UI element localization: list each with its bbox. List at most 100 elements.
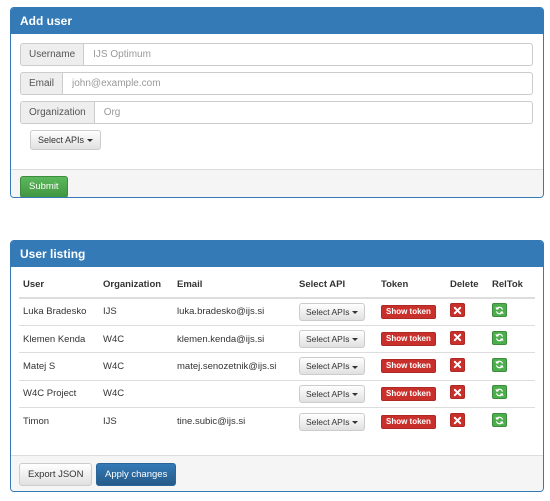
add-user-title: Add user (11, 8, 543, 34)
show-token-button[interactable]: Show token (381, 304, 436, 319)
delete-user-button[interactable] (450, 303, 465, 318)
select-apis-label: Select APIs (306, 388, 350, 399)
delete-cell (446, 352, 488, 381)
delete-user-button[interactable] (450, 385, 465, 400)
reload-token-button[interactable] (492, 385, 507, 400)
refresh-icon (495, 333, 504, 342)
organization-input[interactable] (94, 101, 533, 124)
username-label: Username (20, 43, 85, 66)
select-api-cell: Select APIs (295, 407, 377, 435)
reload-token-button[interactable] (492, 357, 507, 372)
column-header-select-api: Select API (295, 272, 377, 299)
delete-user-button[interactable] (450, 413, 465, 427)
select-apis-label: Select APIs (306, 361, 350, 372)
delete-cell (446, 407, 488, 435)
select-apis-button[interactable]: Select APIs (299, 330, 366, 349)
select-api-cell: Select APIs (295, 297, 377, 326)
caret-down-icon (352, 420, 359, 424)
organization-cell: W4C (99, 324, 173, 353)
select-apis-label: Select APIs (306, 306, 350, 317)
caret-down-icon (87, 139, 94, 143)
reload-token-button[interactable] (492, 330, 507, 345)
email-cell: klemen.kenda@ijs.si (173, 324, 295, 353)
reload-token-button[interactable] (492, 303, 507, 318)
email-input[interactable] (63, 72, 533, 95)
organization-cell: W4C (99, 352, 173, 381)
delete-user-button[interactable] (450, 330, 465, 345)
column-header-delete: Delete (446, 272, 488, 299)
caret-down-icon (352, 365, 359, 369)
select-apis-button[interactable]: Select APIs (299, 412, 366, 431)
reltok-cell (488, 324, 535, 353)
table-row: Timon IJS tine.subic@ijs.si Select APIs … (19, 407, 535, 435)
table-row: Luka Bradesko IJS luka.bradesko@ijs.si S… (19, 297, 535, 326)
users-table: User Organization Email Select API Token… (19, 272, 535, 435)
organization-cell: IJS (99, 297, 173, 326)
reltok-cell (488, 297, 535, 326)
reload-token-button[interactable] (492, 413, 507, 427)
refresh-icon (495, 306, 504, 315)
refresh-icon (495, 388, 504, 397)
user-listing-footer: Export JSON Apply changes (11, 455, 543, 491)
user-name-cell: Klemen Kenda (19, 324, 99, 353)
refresh-icon (495, 416, 504, 424)
user-listing-title: User listing (11, 241, 543, 267)
select-api-cell: Select APIs (295, 352, 377, 381)
token-cell: Show token (377, 379, 446, 408)
table-row: Klemen Kenda W4C klemen.kenda@ijs.si Sel… (19, 324, 535, 353)
delete-cell (446, 297, 488, 326)
reltok-cell (488, 379, 535, 408)
organization-group: Organization (20, 101, 533, 124)
select-apis-label: Select APIs (306, 416, 350, 427)
select-apis-button[interactable]: Select APIs (299, 357, 366, 376)
select-apis-label: Select APIs (38, 135, 85, 145)
apply-changes-button[interactable]: Apply changes (96, 463, 177, 486)
username-input[interactable] (84, 43, 533, 66)
column-header-token: Token (377, 272, 446, 299)
email-cell: tine.subic@ijs.si (173, 407, 295, 435)
email-label: Email (20, 72, 64, 95)
token-cell: Show token (377, 324, 446, 353)
show-token-button[interactable]: Show token (381, 386, 436, 401)
add-user-form: Username Email Organization Select APIs (11, 34, 543, 169)
delete-cell (446, 379, 488, 408)
submit-button[interactable]: Submit (20, 176, 68, 197)
close-icon (453, 361, 462, 369)
table-row: Matej S W4C matej.senozetnik@ijs.si Sele… (19, 352, 535, 381)
email-group: Email (20, 72, 533, 95)
close-icon (453, 333, 462, 342)
user-name-cell: Timon (19, 407, 99, 435)
user-name-cell: Luka Bradesko (19, 297, 99, 326)
column-header-organization: Organization (99, 272, 173, 299)
reltok-cell (488, 407, 535, 435)
delete-user-button[interactable] (450, 357, 465, 372)
delete-cell (446, 324, 488, 353)
refresh-icon (495, 361, 504, 369)
add-user-footer: Submit (11, 169, 543, 197)
organization-label: Organization (20, 101, 95, 124)
show-token-button[interactable]: Show token (381, 359, 436, 374)
user-listing-panel: User listing User Organization Email Sel… (10, 240, 544, 492)
select-apis-button[interactable]: Select APIs (30, 130, 102, 150)
show-token-button[interactable]: Show token (381, 414, 436, 429)
email-cell: luka.bradesko@ijs.si (173, 297, 295, 326)
caret-down-icon (352, 338, 359, 342)
select-apis-button[interactable]: Select APIs (299, 302, 366, 321)
caret-down-icon (352, 311, 359, 315)
organization-cell: W4C (99, 379, 173, 408)
table-header-row: User Organization Email Select API Token… (19, 272, 535, 299)
email-cell (173, 379, 295, 408)
column-header-user: User (19, 272, 99, 299)
show-token-button[interactable]: Show token (381, 332, 436, 347)
user-name-cell: W4C Project (19, 379, 99, 408)
select-apis-button[interactable]: Select APIs (299, 384, 366, 403)
select-api-cell: Select APIs (295, 324, 377, 353)
add-user-panel: Add user Username Email Organization Sel… (10, 7, 544, 198)
column-header-email: Email (173, 272, 295, 299)
close-icon (453, 416, 462, 424)
export-json-button[interactable]: Export JSON (19, 463, 93, 486)
close-icon (453, 306, 462, 315)
close-icon (453, 388, 462, 397)
email-cell: matej.senozetnik@ijs.si (173, 352, 295, 381)
select-api-cell: Select APIs (295, 379, 377, 408)
